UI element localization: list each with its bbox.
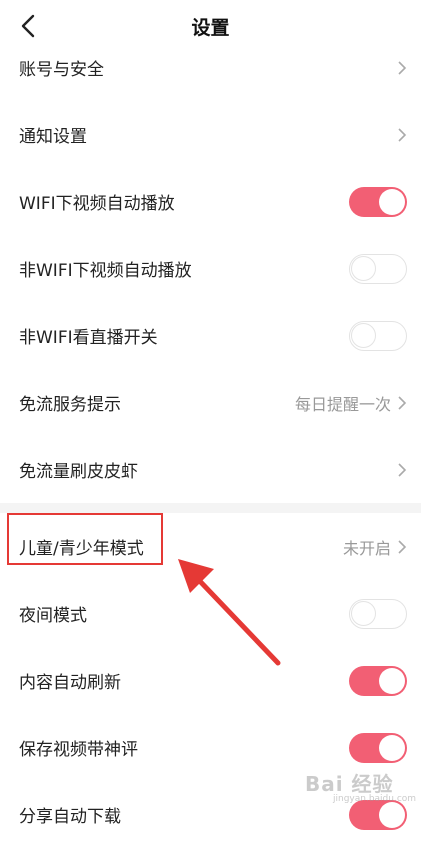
settings-row-non-wifi-live: 非WIFI看直播开关 xyxy=(0,302,421,369)
chevron-right-icon xyxy=(398,127,407,142)
settings-row-non-wifi-autoplay: 非WIFI下视频自动播放 xyxy=(0,235,421,302)
row-label: 通知设置 xyxy=(19,127,87,147)
row-label: 免流服务提示 xyxy=(19,395,121,415)
row-label: WIFI下视频自动播放 xyxy=(19,194,175,214)
row-value: 每日提醒一次 xyxy=(294,394,391,414)
wifi-autoplay-toggle[interactable] xyxy=(349,186,407,217)
save-with-comment-toggle[interactable] xyxy=(349,732,407,763)
auto-refresh-toggle[interactable] xyxy=(349,665,407,696)
row-label: 免流量刷皮皮虾 xyxy=(19,462,138,482)
settings-row-free-data-tip[interactable]: 免流服务提示 每日提醒一次 xyxy=(0,369,421,436)
share-auto-download-toggle[interactable] xyxy=(349,799,407,830)
settings-row-free-data-browse[interactable]: 免流量刷皮皮虾 xyxy=(0,436,421,503)
settings-row-night-mode: 夜间模式 xyxy=(0,580,421,647)
row-value: 未开启 xyxy=(342,538,391,558)
settings-row-youth-mode[interactable]: 儿童/青少年模式 未开启 xyxy=(0,513,421,580)
row-label: 非WIFI看直播开关 xyxy=(19,328,158,348)
chevron-right-icon xyxy=(398,60,407,75)
settings-row-wifi-autoplay: WIFI下视频自动播放 xyxy=(0,168,421,235)
settings-list: 账号与安全 通知设置 WIFI下视频自动播放 非WIFI下视频自动播放 非WIF… xyxy=(0,36,421,848)
chevron-right-icon xyxy=(398,462,407,477)
settings-row-save-with-comment: 保存视频带神评 xyxy=(0,714,421,781)
row-label: 保存视频带神评 xyxy=(19,740,138,760)
night-mode-toggle[interactable] xyxy=(349,598,407,629)
section-divider xyxy=(0,503,421,513)
row-label: 儿童/青少年模式 xyxy=(19,539,144,559)
settings-row-notifications[interactable]: 通知设置 xyxy=(0,101,421,168)
row-label: 分享自动下载 xyxy=(19,807,121,827)
chevron-right-icon xyxy=(398,395,407,410)
row-label: 账号与安全 xyxy=(19,60,104,80)
row-label: 夜间模式 xyxy=(19,606,87,626)
non-wifi-autoplay-toggle[interactable] xyxy=(349,253,407,284)
non-wifi-live-toggle[interactable] xyxy=(349,320,407,351)
settings-row-auto-refresh: 内容自动刷新 xyxy=(0,647,421,714)
row-label: 内容自动刷新 xyxy=(19,673,121,693)
settings-row-account-security[interactable]: 账号与安全 xyxy=(0,34,421,101)
row-label: 非WIFI下视频自动播放 xyxy=(19,261,192,281)
settings-row-share-auto-download: 分享自动下载 xyxy=(0,781,421,848)
chevron-right-icon xyxy=(398,539,407,554)
